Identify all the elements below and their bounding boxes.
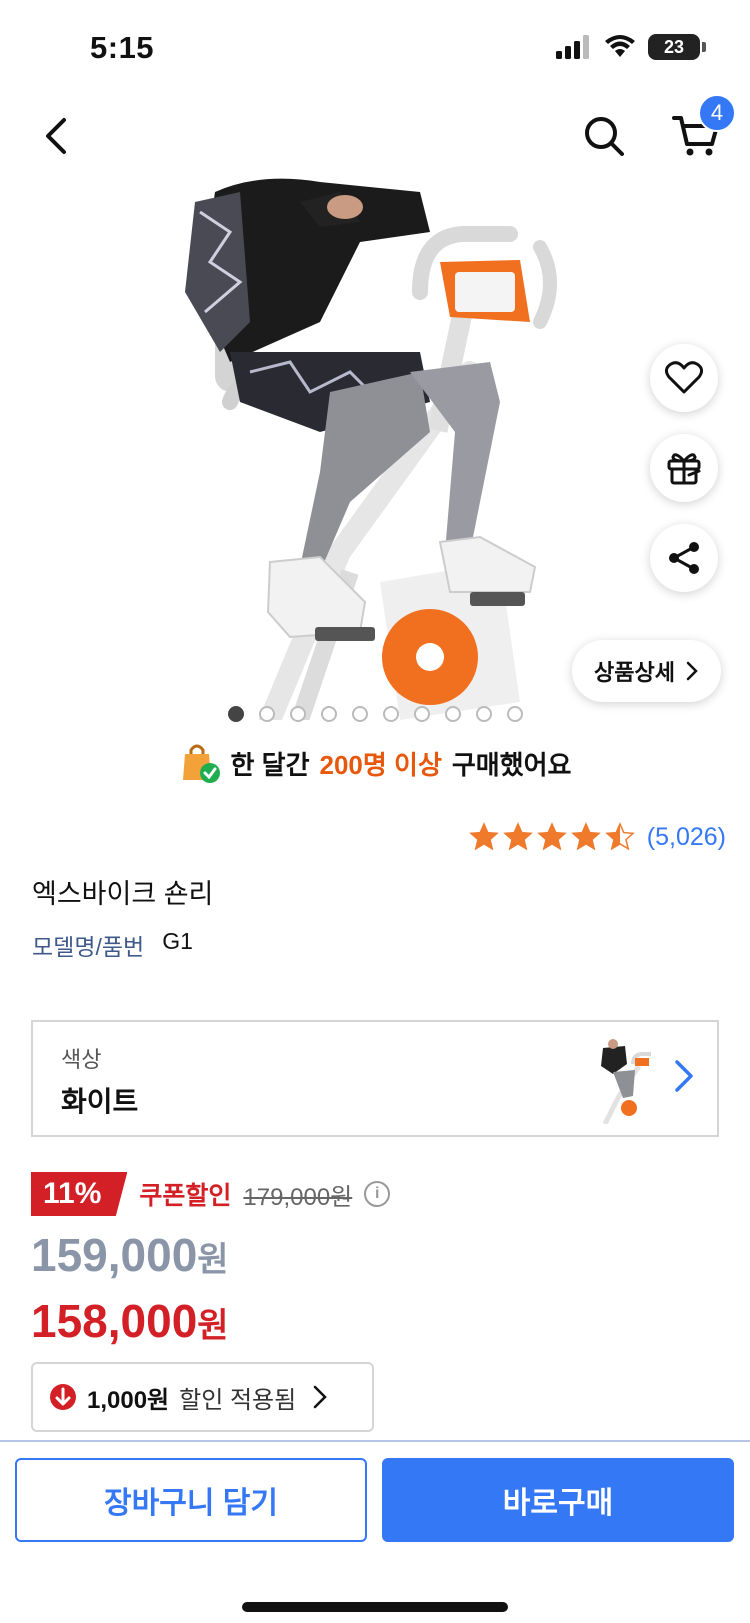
chevron-left-icon (46, 118, 66, 154)
carousel-dot[interactable] (476, 706, 492, 722)
wifi-icon (605, 35, 635, 57)
carousel-dot[interactable] (259, 706, 275, 722)
chevron-right-icon (313, 1385, 327, 1409)
bottom-action-bar: 장바구니 담기 바로구매 (0, 1440, 750, 1623)
info-icon[interactable]: i (364, 1181, 391, 1207)
final-price: 158,000원 (31, 1294, 229, 1348)
notice-highlight: 200명 이상 (319, 749, 442, 780)
notice-prefix: 한 달간 (230, 749, 310, 780)
status-bar: 5:15 23 (0, 0, 750, 96)
coupon-amount: 1,000원 (87, 1386, 170, 1414)
rating[interactable]: (5,026) (468, 822, 726, 852)
list-price: 159,000원 (31, 1228, 229, 1282)
purchase-notice: 한 달간 200명 이상 구매했어요 (0, 740, 750, 786)
carousel-dot[interactable] (414, 706, 430, 722)
option-value: 화이트 (61, 1086, 139, 1117)
search-button[interactable] (574, 106, 634, 166)
final-price-currency: 원 (197, 1307, 229, 1345)
share-icon (669, 542, 699, 574)
gift-icon (667, 453, 701, 485)
buy-now-button[interactable]: 바로구매 (382, 1458, 734, 1542)
add-to-cart-button[interactable]: 장바구니 담기 (15, 1458, 367, 1542)
option-label: 색상 (61, 1047, 102, 1072)
status-icons: 23 (556, 34, 706, 60)
list-price-currency: 원 (197, 1241, 229, 1279)
gift-button[interactable] (650, 434, 718, 502)
top-nav: 4 (0, 94, 750, 172)
coupon-applied-chip[interactable]: 1,000원 할인 적용됨 (31, 1362, 374, 1432)
star-icon (536, 822, 567, 851)
product-photo (185, 178, 557, 720)
down-arrow-circle-icon (50, 1384, 76, 1410)
star-rating (468, 822, 635, 852)
chevron-right-icon (675, 1060, 693, 1092)
status-time: 5:15 (90, 30, 155, 65)
carousel-dot[interactable] (507, 706, 523, 722)
product-image-carousel[interactable]: 상품상세 (0, 172, 750, 720)
signal-icon (556, 35, 589, 59)
coupon-status: 할인 적용됨 (179, 1386, 297, 1414)
model-value: G1 (162, 928, 193, 954)
search-icon (585, 117, 624, 156)
product-detail-label: 상품상세 (594, 660, 675, 685)
model-row: 모델명/품번 G1 (32, 928, 193, 962)
coupon-discount-label: 쿠폰할인 (139, 1182, 232, 1210)
color-option-selector[interactable]: 색상 화이트 (31, 1020, 719, 1137)
star-icon (468, 822, 499, 851)
carousel-dot[interactable] (383, 706, 399, 722)
option-thumbnail (601, 1039, 651, 1124)
discount-rate-badge: 11% (31, 1172, 128, 1216)
carousel-dot[interactable] (445, 706, 461, 722)
model-label: 모델명/품번 (32, 934, 145, 960)
back-button[interactable] (26, 106, 86, 166)
home-indicator (242, 1602, 508, 1612)
share-button[interactable] (650, 524, 718, 592)
original-price: 179,000원 (243, 1183, 353, 1211)
cart-count-badge: 4 (698, 94, 736, 132)
battery-cap (702, 42, 706, 52)
list-price-amount: 159,000 (31, 1229, 198, 1281)
cart-button[interactable]: 4 (664, 94, 736, 166)
carousel-indicator (228, 706, 523, 722)
carousel-dot[interactable] (352, 706, 368, 722)
product-name: 엑스바이크 숀리 (32, 879, 214, 909)
product-detail-button[interactable]: 상품상세 (572, 640, 721, 702)
final-price-amount: 158,000 (31, 1295, 198, 1347)
star-icon (570, 822, 601, 851)
chevron-right-icon (686, 661, 698, 681)
shopping-bag-check-icon (182, 744, 220, 783)
review-count[interactable]: (5,026) (647, 823, 726, 852)
battery-indicator: 23 (648, 34, 706, 60)
heart-icon (665, 361, 703, 394)
carousel-dot[interactable] (321, 706, 337, 722)
notice-suffix: 구매했어요 (451, 749, 572, 780)
carousel-dot[interactable] (228, 706, 244, 722)
star-icon (604, 822, 635, 851)
carousel-dot[interactable] (290, 706, 306, 722)
discount-row: 11% 쿠폰할인 179,000원 i (31, 1172, 391, 1216)
battery-level: 23 (648, 34, 700, 60)
star-icon (502, 822, 533, 851)
wishlist-button[interactable] (650, 344, 718, 412)
